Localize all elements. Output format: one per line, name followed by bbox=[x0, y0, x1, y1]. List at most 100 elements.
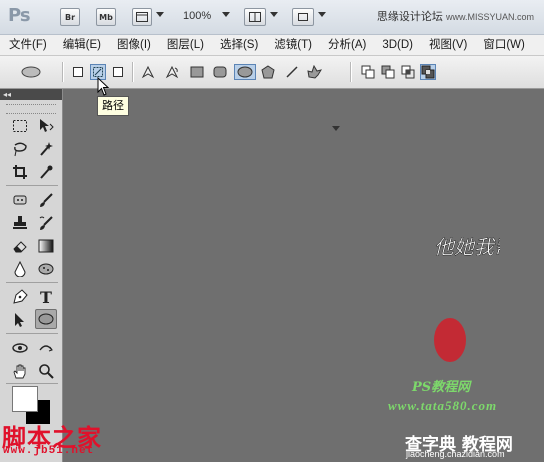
eraser-tool[interactable] bbox=[10, 236, 30, 256]
ellipse-tool-icon bbox=[38, 313, 54, 325]
brush-tool[interactable] bbox=[36, 190, 56, 210]
arrange-icon bbox=[249, 12, 261, 22]
pen-tool-icon bbox=[13, 289, 28, 304]
clone-stamp-tool[interactable] bbox=[10, 213, 30, 233]
fill-pixels-button[interactable] bbox=[110, 64, 126, 80]
crop-tool[interactable] bbox=[10, 162, 30, 182]
tools-divider bbox=[6, 282, 58, 283]
tools-panel-collapse[interactable]: ◂◂ bbox=[0, 89, 62, 100]
zoom-tool[interactable] bbox=[36, 361, 56, 381]
eraser-icon bbox=[13, 241, 27, 253]
healing-brush-tool[interactable] bbox=[10, 190, 30, 210]
title-bar: Ps Br Mb 100% 思缘设计论坛 www.MISSYUAN.com bbox=[0, 0, 544, 35]
subtract-shapes-button[interactable] bbox=[380, 64, 396, 80]
menu-view[interactable]: 视图(V) bbox=[420, 35, 474, 55]
magic-wand-tool[interactable] bbox=[36, 139, 56, 159]
menu-3d[interactable]: 3D(D) bbox=[373, 35, 420, 55]
pen-tool-option[interactable] bbox=[140, 64, 156, 80]
ellipse-preset-icon bbox=[21, 66, 41, 78]
menu-window[interactable]: 窗口(W) bbox=[474, 35, 532, 55]
tooltip: 路径 bbox=[97, 96, 129, 116]
brush-icon bbox=[40, 193, 53, 207]
custom-shape-option[interactable] bbox=[306, 64, 322, 80]
menu-analysis[interactable]: 分析(A) bbox=[319, 35, 373, 55]
site-url: www.MISSYUAN.com bbox=[445, 12, 534, 22]
ellipse-tool[interactable] bbox=[35, 309, 57, 329]
polygon-icon bbox=[261, 65, 275, 79]
menu-image[interactable]: 图像(I) bbox=[108, 35, 158, 55]
site-name: 思缘设计论坛 bbox=[376, 11, 443, 23]
bandage-icon bbox=[13, 195, 27, 205]
combine-shapes-button[interactable] bbox=[360, 64, 376, 80]
pen-icon bbox=[141, 65, 155, 79]
menu-layer[interactable]: 图层(L) bbox=[158, 35, 211, 55]
polygon-option[interactable] bbox=[260, 64, 276, 80]
history-brush-tool[interactable] bbox=[36, 213, 56, 233]
3d-orbit-tool[interactable] bbox=[36, 338, 56, 358]
exclude-shape-icon bbox=[421, 65, 435, 79]
magic-wand-icon bbox=[40, 142, 53, 156]
move-tool[interactable] bbox=[36, 116, 56, 136]
exclude-shapes-button[interactable] bbox=[420, 64, 436, 80]
line-icon bbox=[286, 66, 298, 78]
tools-divider bbox=[6, 383, 58, 384]
menu-select[interactable]: 选择(S) bbox=[211, 35, 265, 55]
3d-orbit-icon bbox=[39, 345, 53, 352]
red-seal-icon bbox=[434, 318, 466, 362]
3d-rotate-tool[interactable] bbox=[10, 338, 30, 358]
rounded-rectangle-option[interactable] bbox=[212, 64, 228, 80]
mini-bridge-button[interactable]: Mb bbox=[96, 8, 116, 26]
rounded-rectangle-icon bbox=[213, 66, 227, 78]
rectangle-option[interactable] bbox=[189, 64, 205, 80]
intersect-shape-icon bbox=[401, 65, 415, 79]
custom-shape-dropdown-icon[interactable] bbox=[332, 126, 340, 131]
view-extras-dropdown-icon[interactable] bbox=[156, 12, 164, 17]
eyedropper-tool[interactable] bbox=[36, 162, 56, 182]
lasso-tool[interactable] bbox=[10, 139, 30, 159]
freeform-pen-option[interactable] bbox=[164, 64, 180, 80]
screen-mode-icon bbox=[298, 13, 308, 21]
jb51-url-watermark: www.jb51.net bbox=[3, 445, 95, 457]
eyedropper-icon bbox=[40, 165, 53, 179]
screen-mode-button[interactable] bbox=[292, 8, 314, 26]
fill-pixels-icon bbox=[113, 67, 123, 77]
path-selection-tool[interactable] bbox=[10, 310, 30, 330]
arrange-dropdown-icon[interactable] bbox=[270, 12, 278, 17]
tools-divider bbox=[6, 185, 58, 186]
ellipse-icon bbox=[237, 66, 253, 78]
shape-layers-button[interactable] bbox=[70, 64, 86, 80]
options-separator bbox=[62, 62, 64, 82]
menu-bar: 文件(F) 编辑(E) 图像(I) 图层(L) 选择(S) 滤镜(T) 分析(A… bbox=[0, 35, 544, 56]
menu-edit[interactable]: 编辑(E) bbox=[54, 35, 108, 55]
panel-grip[interactable] bbox=[6, 104, 56, 114]
rectangle-icon bbox=[190, 66, 204, 78]
move-icon bbox=[40, 119, 54, 132]
zoom-dropdown-icon[interactable] bbox=[222, 12, 230, 17]
pen-tool[interactable] bbox=[10, 287, 30, 307]
intersect-shapes-button[interactable] bbox=[400, 64, 416, 80]
gradient-tool[interactable] bbox=[36, 236, 56, 256]
zoom-level[interactable]: 100% bbox=[183, 10, 211, 22]
line-option[interactable] bbox=[284, 64, 300, 80]
bridge-button[interactable]: Br bbox=[60, 8, 80, 26]
hand-tool[interactable] bbox=[10, 361, 30, 381]
screen-mode-dropdown-icon[interactable] bbox=[318, 12, 326, 17]
ps-course-watermark: PS教程网 bbox=[412, 380, 471, 395]
marquee-tool[interactable] bbox=[10, 116, 30, 136]
chazidian-url-watermark: jiaocheng.chazidian.com bbox=[406, 449, 505, 459]
blur-tool[interactable] bbox=[10, 259, 30, 279]
menu-file[interactable]: 文件(F) bbox=[0, 35, 54, 55]
type-tool[interactable]: T bbox=[36, 287, 56, 307]
ellipse-option[interactable] bbox=[234, 64, 256, 80]
tool-preset-picker[interactable] bbox=[20, 64, 42, 80]
options-separator bbox=[350, 62, 352, 82]
blur-drop-icon bbox=[14, 261, 26, 277]
hand-icon bbox=[13, 364, 26, 379]
add-shape-icon bbox=[361, 65, 375, 79]
path-selection-icon bbox=[15, 313, 24, 327]
sponge-tool[interactable] bbox=[36, 259, 56, 279]
arrange-documents-button[interactable] bbox=[244, 8, 266, 26]
menu-filter[interactable]: 滤镜(T) bbox=[265, 35, 319, 55]
foreground-color-swatch[interactable] bbox=[12, 386, 38, 412]
view-extras-button[interactable] bbox=[132, 8, 152, 26]
